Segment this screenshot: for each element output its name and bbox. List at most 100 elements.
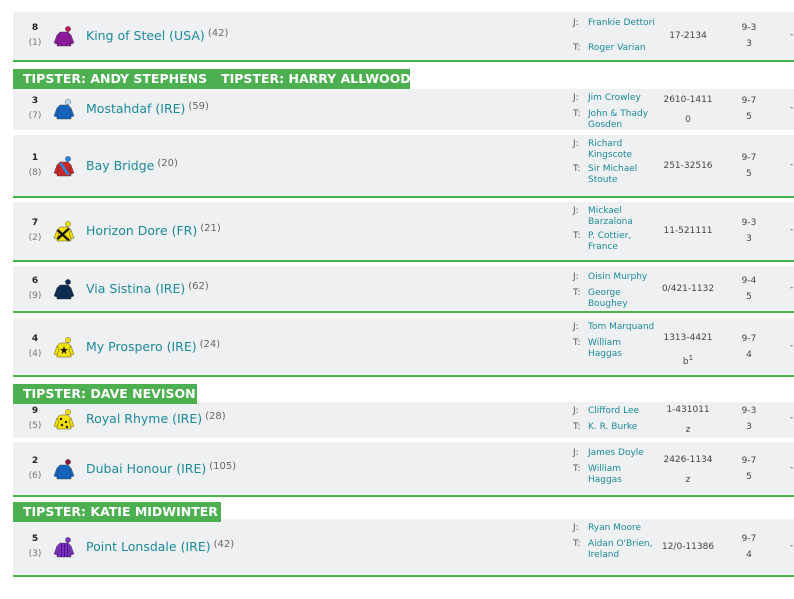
jockey-name-link[interactable]: Mickael Barzalona [588,206,656,228]
jockey-silks-icon [53,26,75,48]
trainer-name-link[interactable]: Aidan O'Brien, Ireland [588,539,656,561]
runner-row[interactable]: 4 (4) My Prospero (IRE) (24) J: Tom Marquand T… [13,318,794,377]
jockey-label: J: [573,139,579,149]
saddle-cloth-number: 1 [31,152,39,163]
jockey-name-link[interactable]: Frankie Dettori [588,18,656,29]
age: 5 [746,168,752,179]
runner-row[interactable]: 3 (7) Mostahdaf (IRE) (59) J: Jim Crowley T: Jo… [13,89,794,130]
trainer-label: T: [573,422,581,432]
tipster-label: TIPSTER: KATIE MIDWINTER [23,504,218,519]
tipster-label: TIPSTER: ANDY STEPHENS [23,71,208,86]
jockey-label: J: [573,93,579,103]
runner-row[interactable]: 6 (9) Via Sistina (IRE) (62) J: Oisin Murphy T… [13,266,794,313]
horse-rating: (21) [200,223,221,234]
tipster-label: TIPSTER: DAVE NEVISON [23,386,196,401]
draw-number: (9) [28,290,42,301]
form-string: 2610-1411 [663,94,713,105]
jockey-silks-icon [53,155,75,178]
weight: 9-3 [741,23,757,33]
jockey-name-link[interactable]: Jim Crowley [588,93,656,104]
horse-name-link[interactable]: Bay Bridge (20) [86,158,178,173]
trainer-label: T: [573,43,581,53]
saddle-cloth-number: 7 [31,218,39,228]
horse-name[interactable]: Horizon Dore (FR) [86,223,197,238]
horse-rating: (59) [188,100,209,112]
form-string: 251-32516 [663,160,713,171]
form-suffix-sup: 1 [688,353,694,362]
horse-name-link[interactable]: Dubai Honour (IRE) (105) [86,461,236,476]
age: 5 [746,471,752,482]
jockey-label: J: [573,206,579,216]
horse-rating: (105) [209,460,237,472]
jockey-silks-icon [53,221,75,243]
age: 3 [746,234,752,244]
jockey-label: J: [573,322,579,332]
jockey-name-link[interactable]: Oisin Murphy [588,272,656,283]
horse-name[interactable]: Dubai Honour (IRE) [86,461,206,476]
horse-name[interactable]: My Prospero (IRE) [86,339,197,354]
runner-row[interactable]: 9 (5) Royal Rhyme (IRE) (28) J: Clifford Lee T… [13,402,794,438]
horse-name[interactable]: Bay Bridge [86,158,154,173]
trainer-name-link[interactable]: John & Thady Gosden [588,109,656,131]
horse-name-link[interactable]: King of Steel (USA) (42) [86,28,228,43]
jockey-name-link[interactable]: Ryan Moore [588,523,656,534]
trainer-name-link[interactable]: George Boughey [588,288,656,310]
horse-name-link[interactable]: Via Sistina (IRE) (62) [86,281,209,296]
trainer-name-link[interactable]: K. R. Burke [588,422,656,433]
jockey-name-link[interactable]: Clifford Lee [588,406,656,417]
horse-name[interactable]: Mostahdaf (IRE) [86,101,185,116]
saddle-cloth-number: 3 [31,95,39,106]
odds-placeholder: - [790,159,794,170]
trainer-name-link[interactable]: William Haggas [588,338,656,360]
horse-name-link[interactable]: Point Lonsdale (IRE) (42) [86,539,234,554]
saddle-cloth-number: 4 [31,333,39,344]
form-suffix: 0 [658,115,718,126]
tipster-label: TIPSTER: HARRY ALLWOOD [221,71,411,86]
draw-number: (8) [28,167,42,178]
form-figures: 1-431011 z [658,405,718,436]
jockey-name-link[interactable]: Richard Kingscote [588,139,656,161]
age: 5 [746,111,752,122]
horse-name[interactable]: Royal Rhyme (IRE) [86,411,202,426]
form-figures: 2426-1134 z [658,455,718,486]
horse-name[interactable]: Via Sistina (IRE) [86,281,185,296]
horse-name[interactable]: Point Lonsdale (IRE) [86,539,211,554]
trainer-label: T: [573,539,581,549]
runner-row[interactable]: 8 (1) King of Steel (USA) (42) J: Frankie Det… [13,12,794,62]
runner-row[interactable]: 1 (8) Bay Bridge (20) J: Richard Kingscote T: S… [13,135,794,198]
form-string: 17-2134 [669,31,707,41]
horse-name-link[interactable]: Royal Rhyme (IRE) (28) [86,411,226,426]
horse-name-link[interactable]: Horizon Dore (FR) (21) [86,223,221,238]
jockey-label: J: [573,272,579,282]
trainer-name-link[interactable]: Roger Varian [588,43,656,54]
form-figures: 0/421-1132 [658,284,718,295]
jockey-name-link[interactable]: James Doyle [588,448,656,459]
trainer-label: T: [573,164,581,174]
jockey-name-link[interactable]: Tom Marquand [588,322,656,333]
draw-number: (2) [28,233,42,243]
runner-row[interactable]: 2 (6) Dubai Honour (IRE) (105) J: James Doyle… [13,442,794,497]
odds-placeholder: - [790,30,794,40]
horse-rating: (24) [199,338,221,350]
weight: 9-3 [741,406,757,416]
form-figures: 12/0-11386 [658,542,718,553]
runner-row[interactable]: 5 (3) Point Lonsdale (IRE) (42) J: Ryan Moore… [13,519,794,577]
jockey-silks-icon [53,537,75,559]
horse-rating: (42) [213,539,235,550]
saddle-cloth-number: 6 [31,275,39,286]
trainer-name-link[interactable]: William Haggas [588,464,656,486]
runner-row[interactable]: 7 (2) Horizon Dore (FR) (21) J: Mickael Barza… [13,202,794,262]
horse-name[interactable]: King of Steel (USA) [86,28,205,43]
trainer-name-link[interactable]: Sir Michael Stoute [588,164,656,186]
form-suffix-text: z [685,474,691,485]
age: 3 [746,39,752,49]
form-figures: 2610-1411 0 [658,95,718,126]
horse-name-link[interactable]: My Prospero (IRE) (24) [86,339,220,354]
weight: 9-4 [741,275,757,286]
form-figures: 17-2134 [658,31,718,42]
age: 4 [746,550,752,560]
horse-name-link[interactable]: Mostahdaf (IRE) (59) [86,101,209,116]
weight: 9-7 [741,333,757,344]
horse-rating: (28) [205,411,226,422]
trainer-name-link[interactable]: P. Cottier, France [588,231,656,253]
